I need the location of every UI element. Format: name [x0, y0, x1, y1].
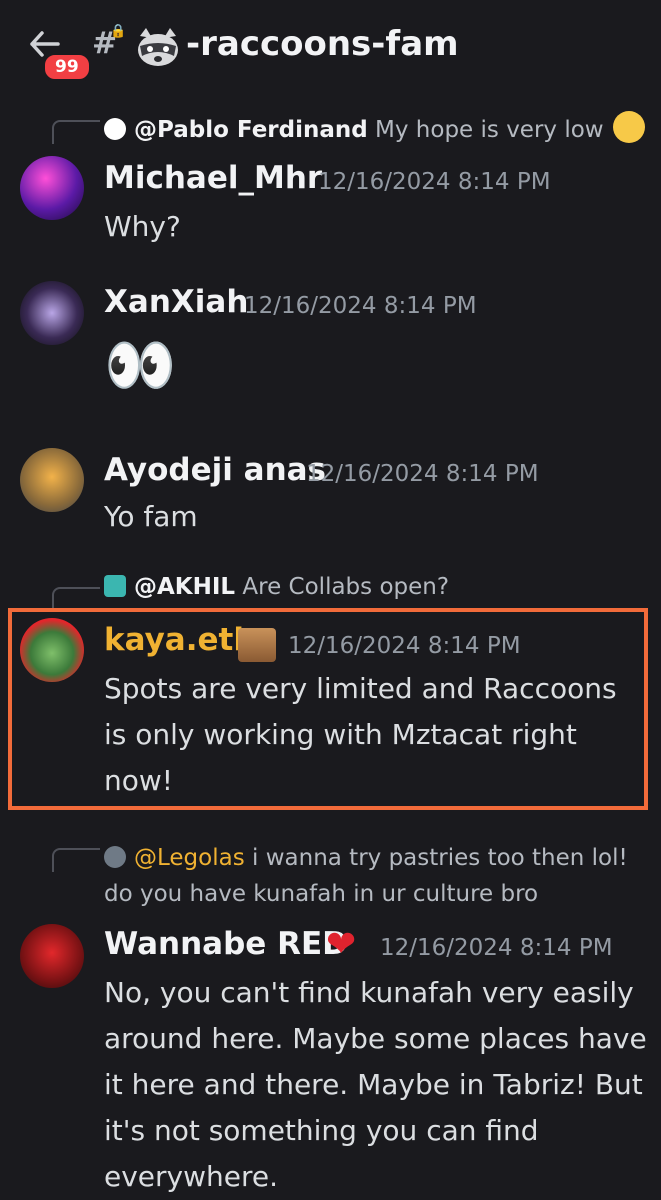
sad-face-emoji [612, 111, 645, 143]
avatar[interactable] [20, 281, 84, 345]
unread-badge: 99 [42, 52, 92, 82]
reply-avatar [104, 846, 126, 868]
reply-preview[interactable]: @Pablo Ferdinand My hope is very low [104, 111, 645, 143]
message-text: Yo fam [104, 500, 198, 533]
timestamp: 12/16/2024 8:14 PM [318, 169, 551, 195]
username[interactable]: Ayodeji anas [104, 452, 326, 488]
reply-mention[interactable]: @AKHIL [134, 574, 235, 600]
message-emoji: 👀 [104, 331, 177, 399]
reply-connector [52, 848, 100, 872]
message-text: No, you can't find kunafah very easily a… [104, 976, 647, 1193]
heart-icon: ❤ [326, 924, 357, 965]
channel-name[interactable]: -raccoons-fam [186, 24, 459, 64]
reply-mention[interactable]: @Pablo Ferdinand [134, 117, 368, 143]
username[interactable]: Wannabe RED [104, 926, 348, 962]
reply-preview[interactable]: @AKHIL Are Collabs open? [104, 574, 449, 600]
timestamp: 12/16/2024 8:14 PM [306, 461, 539, 487]
reply-preview[interactable]: @Legolas i wanna try pastries too then l… [104, 840, 644, 912]
reply-avatar [104, 575, 126, 597]
username[interactable]: Michael_Mhr [104, 160, 322, 196]
username[interactable]: XanXiah [104, 284, 248, 320]
avatar[interactable] [20, 618, 84, 682]
avatar[interactable] [20, 924, 84, 988]
timestamp: 12/16/2024 8:14 PM [380, 935, 613, 961]
reply-mention[interactable]: @Legolas [134, 845, 245, 871]
message-text: Spots are very limited and Raccoons is o… [104, 672, 617, 797]
username[interactable]: kaya.eth [104, 622, 255, 658]
avatar[interactable] [20, 448, 84, 512]
message-text: Why? [104, 210, 181, 243]
lock-icon: 🔒 [110, 24, 127, 39]
role-icon [238, 628, 276, 662]
timestamp: 12/16/2024 8:14 PM [288, 633, 521, 659]
avatar[interactable] [20, 156, 84, 220]
timestamp: 12/16/2024 8:14 PM [244, 293, 477, 319]
reply-connector [52, 120, 100, 144]
reply-text: Are Collabs open? [242, 574, 450, 600]
raccoon-emoji-icon [138, 28, 178, 66]
reply-avatar [104, 118, 126, 140]
reply-text: My hope is very low [375, 117, 604, 143]
channel-header: 99 # 🔒 -raccoons-fam [0, 0, 661, 92]
